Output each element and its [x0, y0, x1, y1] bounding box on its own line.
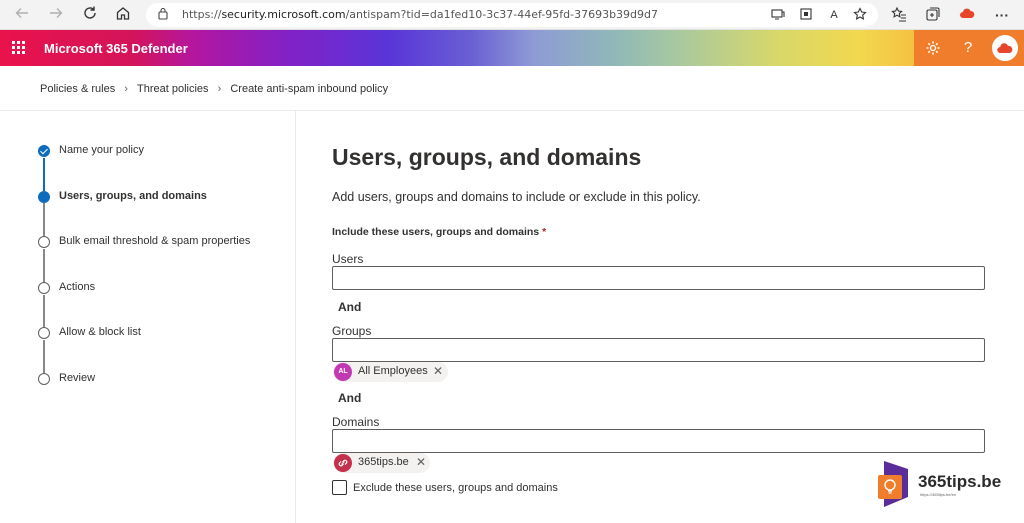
help-icon[interactable]: ? — [958, 38, 978, 58]
browser-toolbar: https://security.microsoft.com/antispam?… — [0, 0, 1024, 30]
cloud-icon — [997, 43, 1013, 53]
app-launcher-icon[interactable] — [12, 41, 26, 55]
step-connector — [43, 295, 45, 328]
step-connector — [43, 203, 45, 237]
breadcrumb-item-threat-policies[interactable]: Threat policies — [137, 83, 209, 95]
domain-chip-365tips: 365tips.be ✕ — [333, 453, 430, 473]
watermark-url: https://365tips.be/en — [920, 492, 957, 497]
apps-grid-icon[interactable] — [798, 7, 814, 23]
refresh-icon[interactable] — [80, 5, 100, 25]
step-label: Allow & block list — [59, 326, 141, 338]
breadcrumb-item-policies-rules[interactable]: Policies & rules — [40, 83, 115, 95]
chevron-right-icon: › — [217, 83, 222, 96]
step-pending-icon — [38, 282, 50, 294]
required-mark: * — [542, 226, 547, 238]
forward-arrow-icon[interactable] — [46, 5, 66, 25]
step-connector — [43, 249, 45, 283]
home-icon[interactable] — [113, 5, 133, 25]
cloud-extension-icon[interactable] — [958, 6, 976, 24]
account-avatar[interactable] — [992, 35, 1018, 61]
chevron-right-icon: › — [124, 83, 128, 96]
users-input[interactable] — [332, 266, 985, 290]
url-prefix: https:// — [182, 8, 222, 21]
exclude-checkbox[interactable] — [332, 480, 347, 495]
read-aloud-icon[interactable]: A — [826, 7, 842, 23]
settings-gear-icon[interactable] — [924, 39, 942, 57]
page-subtitle: Add users, groups and domains to include… — [332, 190, 701, 204]
users-label: Users — [332, 252, 364, 266]
step-label: Name your policy — [59, 144, 144, 156]
365tips-logo — [878, 461, 908, 507]
step-label: Bulk email threshold & spam properties — [59, 235, 251, 247]
step-pending-icon — [38, 236, 50, 248]
collections-icon[interactable] — [924, 6, 942, 24]
link-icon — [334, 454, 352, 472]
page-title: Users, groups, and domains — [332, 144, 642, 170]
include-section-label: Include these users, groups and domains … — [332, 226, 546, 238]
group-chip-label: All Employees — [358, 365, 428, 377]
step-label: Users, groups, and domains — [59, 190, 207, 202]
domain-chip-label: 365tips.be — [358, 456, 409, 468]
step-pending-icon — [38, 373, 50, 385]
step-check-icon — [38, 145, 50, 157]
remove-chip-icon[interactable]: ✕ — [414, 455, 428, 469]
favorite-star-icon[interactable] — [852, 7, 868, 23]
read-aloud-glyph: A — [830, 9, 838, 21]
and-label: And — [338, 300, 362, 314]
url-host: security.microsoft.com — [221, 8, 346, 21]
group-chip-all-employees: AL All Employees ✕ — [333, 362, 448, 382]
watermark-text: 365tips.be — [918, 472, 1002, 491]
step-pending-icon — [38, 327, 50, 339]
app-header: Microsoft 365 Defender — [0, 30, 1024, 66]
breadcrumb-divider — [0, 110, 1024, 111]
group-avatar: AL — [334, 363, 352, 381]
url-text: https://security.microsoft.com/antispam?… — [182, 8, 658, 21]
and-label: And — [338, 391, 362, 405]
panel-divider — [295, 111, 296, 523]
reader-view-icon[interactable] — [770, 7, 786, 23]
url-path: /antispam?tid=da1fed10-3c37-44ef-95fd-37… — [345, 8, 659, 21]
app-title[interactable]: Microsoft 365 Defender — [44, 41, 188, 56]
step-connector — [43, 158, 45, 191]
groups-label: Groups — [332, 324, 372, 338]
back-arrow-icon[interactable] — [12, 5, 32, 25]
address-bar[interactable]: https://security.microsoft.com/antispam?… — [146, 3, 878, 27]
help-glyph: ? — [963, 39, 973, 56]
more-icon[interactable]: ··· — [993, 6, 1011, 24]
step-label: Review — [59, 372, 96, 384]
domains-label: Domains — [332, 415, 380, 429]
remove-chip-icon[interactable]: ✕ — [431, 364, 445, 378]
breadcrumb-item-current: Create anti-spam inbound policy — [230, 83, 389, 96]
lock-icon[interactable] — [158, 7, 168, 20]
step-label: Actions — [59, 281, 96, 293]
groups-input[interactable] — [332, 338, 985, 362]
include-section-text: Include these users, groups and domains — [332, 226, 540, 238]
domains-input[interactable] — [332, 429, 985, 453]
step-current-icon — [38, 191, 50, 203]
exclude-checkbox-label[interactable]: Exclude these users, groups and domains — [353, 482, 558, 494]
step-connector — [43, 340, 45, 374]
favorites-list-icon[interactable] — [890, 6, 908, 24]
breadcrumb: Policies & rules › Threat policies › Cre… — [40, 83, 388, 99]
